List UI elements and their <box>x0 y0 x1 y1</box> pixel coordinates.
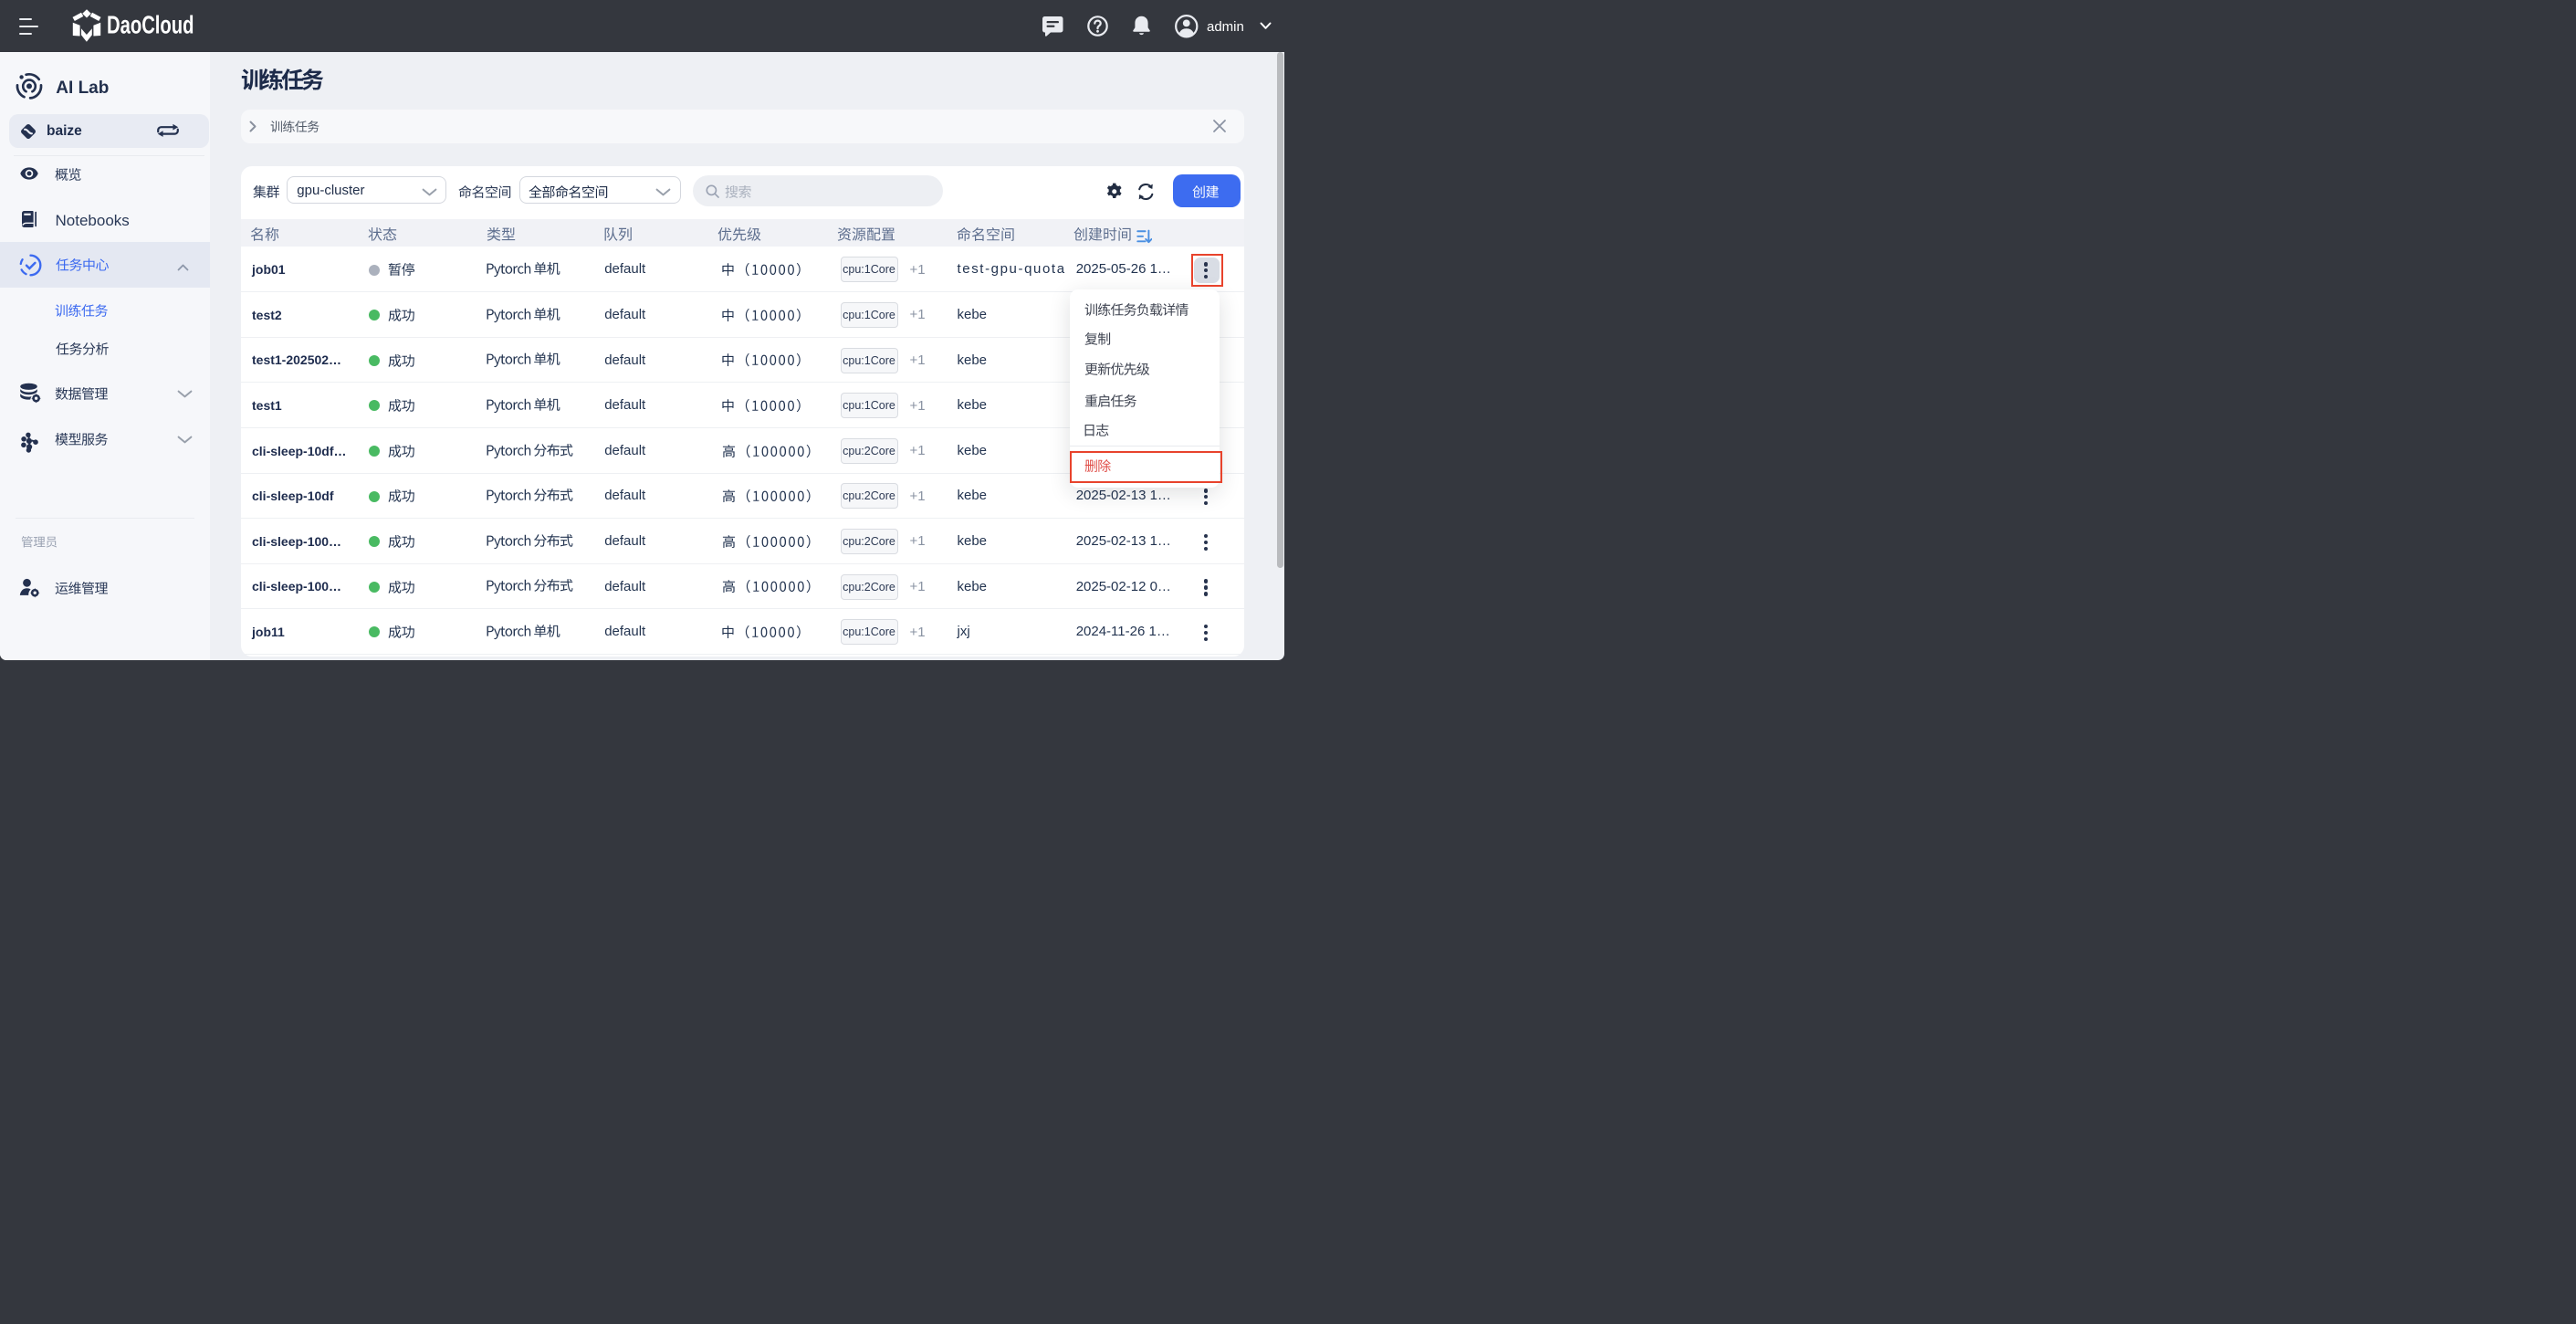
svg-text:DaoCloud: DaoCloud <box>107 12 194 38</box>
